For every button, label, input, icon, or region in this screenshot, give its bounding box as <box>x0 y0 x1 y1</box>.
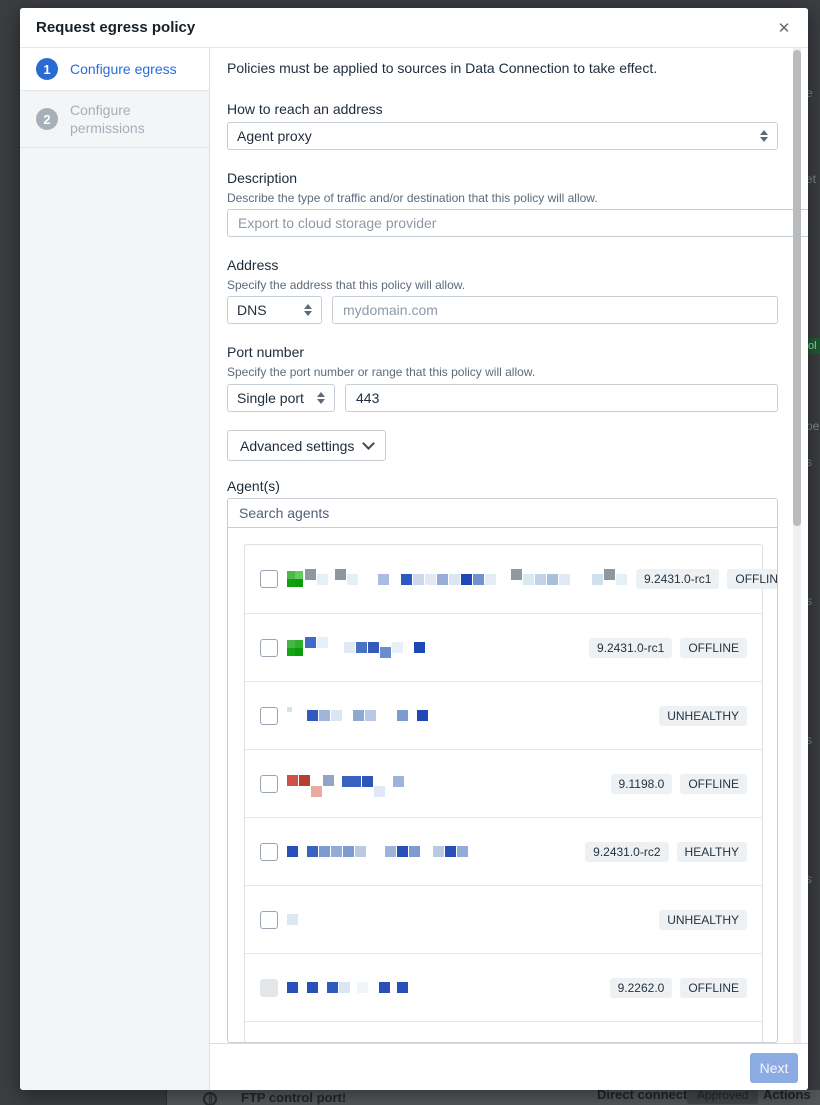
background-text-fragment: pe <box>806 419 819 433</box>
agent-pixel-icon <box>287 640 303 656</box>
redacted-agent-name <box>305 566 628 592</box>
redacted-agent-name <box>287 839 469 865</box>
agent-row[interactable]: 9.2431.0-rc1OFFLINE <box>245 545 762 613</box>
agent-row[interactable]: UNHEALTHY <box>245 681 762 749</box>
agent-version-badge: 9.2431.0-rc1 <box>589 638 672 658</box>
agent-checkbox[interactable] <box>260 843 278 861</box>
agent-row[interactable]: 9.2262.0 OFFLINE <box>245 953 762 1021</box>
next-button[interactable]: Next <box>750 1053 798 1083</box>
redacted-agent-name <box>287 771 405 797</box>
close-icon[interactable]: ✕ <box>772 16 796 40</box>
step-number-badge: 2 <box>36 108 58 130</box>
redacted-agent-name <box>287 703 429 729</box>
double-caret-icon <box>760 130 768 142</box>
redacted-agent-name <box>287 907 299 933</box>
agent-row[interactable]: UNHEALTHY <box>245 885 762 953</box>
address-label: Address <box>227 257 778 273</box>
agent-status-badge: UNHEALTHY <box>659 910 747 930</box>
agent-version-badge: 9.2262.0 <box>610 978 673 998</box>
chevron-down-icon <box>363 437 376 450</box>
description-label: Description <box>227 170 778 186</box>
agent-checkbox[interactable] <box>260 639 278 657</box>
search-agents-input[interactable] <box>228 499 777 528</box>
background-bottom-band: FTP control port! Direct connection Appr… <box>0 1090 820 1105</box>
dialog-footer: Next <box>210 1043 808 1090</box>
double-caret-icon <box>304 304 312 316</box>
dialog-title: Request egress policy <box>36 19 195 36</box>
address-help-text: Specify the address that this policy wil… <box>227 278 778 292</box>
advanced-settings-label: Advanced settings <box>240 438 354 454</box>
agents-label: Agent(s) <box>227 478 778 494</box>
agent-checkbox[interactable] <box>260 775 278 793</box>
redacted-agent-name <box>305 635 426 661</box>
agent-row[interactable]: 9.2431.0-rc2 HEALTHY <box>245 817 762 885</box>
reach-address-selected-value: Agent proxy <box>237 128 312 144</box>
policy-notice-text: Policies must be applied to sources in D… <box>227 60 778 76</box>
description-input[interactable] <box>227 209 808 237</box>
background-approved-pill: Approved <box>687 1090 758 1104</box>
dialog-scrollbar-thumb[interactable] <box>793 50 801 526</box>
agent-checkbox <box>260 979 278 997</box>
wizard-steps-sidebar: 1 Configure egress 2 Configure permissio… <box>20 48 210 1090</box>
background-ftp-text: FTP control port! <box>241 1090 346 1105</box>
step-label: Configure permissions <box>70 101 209 137</box>
configure-egress-form: Policies must be applied to sources in D… <box>210 48 793 1043</box>
agent-checkbox[interactable] <box>260 570 278 588</box>
agent-status-badge: OFFLINE <box>727 569 778 589</box>
redacted-agent-name <box>287 975 409 1001</box>
address-input[interactable] <box>332 296 778 324</box>
agent-row[interactable]: 9.1198.0 OFFLINE <box>245 749 762 817</box>
port-type-selected-value: Single port <box>237 390 304 406</box>
agent-pixel-icon <box>287 571 303 587</box>
step-configure-permissions[interactable]: 2 Configure permissions <box>20 91 209 148</box>
reach-address-label: How to reach an address <box>227 101 778 117</box>
globe-icon <box>203 1092 217 1105</box>
double-caret-icon <box>317 392 325 404</box>
description-help-text: Describe the type of traffic and/or dest… <box>227 191 778 205</box>
background-bottom-row: FTP control port! Direct connection Appr… <box>166 1090 820 1105</box>
dialog-header: Request egress policy ✕ <box>20 8 808 48</box>
background-actions: Actions <box>763 1090 811 1102</box>
agent-version-badge: 9.2431.0-rc2 <box>585 842 668 862</box>
agent-version-badge: 9.2431.0-rc1 <box>636 569 719 589</box>
agent-status-badge: OFFLINE <box>680 638 747 658</box>
agent-checkbox[interactable] <box>260 911 278 929</box>
address-type-selected-value: DNS <box>237 302 267 318</box>
agent-status-badge: OFFLINE <box>680 978 747 998</box>
port-type-select[interactable]: Single port <box>227 384 335 412</box>
step-label: Configure egress <box>70 60 187 78</box>
port-help-text: Specify the port number or range that th… <box>227 365 778 379</box>
dialog-scrollbar-track[interactable] <box>793 48 801 1043</box>
agent-row[interactable] <box>245 1021 762 1043</box>
address-type-select[interactable]: DNS <box>227 296 322 324</box>
agents-panel: 9.2431.0-rc1 OFFLINE 9.2431.0-rc1 OFFLINE UN… <box>227 498 778 1043</box>
agent-version-badge: 9.1198.0 <box>611 774 673 794</box>
agent-status-badge: HEALTHY <box>677 842 747 862</box>
reach-address-select[interactable]: Agent proxy <box>227 122 778 150</box>
step-number-badge: 1 <box>36 58 58 80</box>
agent-status-badge: UNHEALTHY <box>659 706 747 726</box>
step-configure-egress[interactable]: 1 Configure egress <box>20 48 209 91</box>
agent-list-card: 9.2431.0-rc1 OFFLINE 9.2431.0-rc1 OFFLINE UN… <box>244 544 763 1043</box>
advanced-settings-button[interactable]: Advanced settings <box>227 430 386 461</box>
request-egress-policy-dialog: Request egress policy ✕ 1 Configure egre… <box>20 8 808 1090</box>
port-value-input[interactable] <box>345 384 778 412</box>
agent-status-badge: OFFLINE <box>680 774 747 794</box>
agent-checkbox[interactable] <box>260 707 278 725</box>
port-number-label: Port number <box>227 344 778 360</box>
agent-row[interactable]: 9.2431.0-rc1 OFFLINE <box>245 613 762 681</box>
